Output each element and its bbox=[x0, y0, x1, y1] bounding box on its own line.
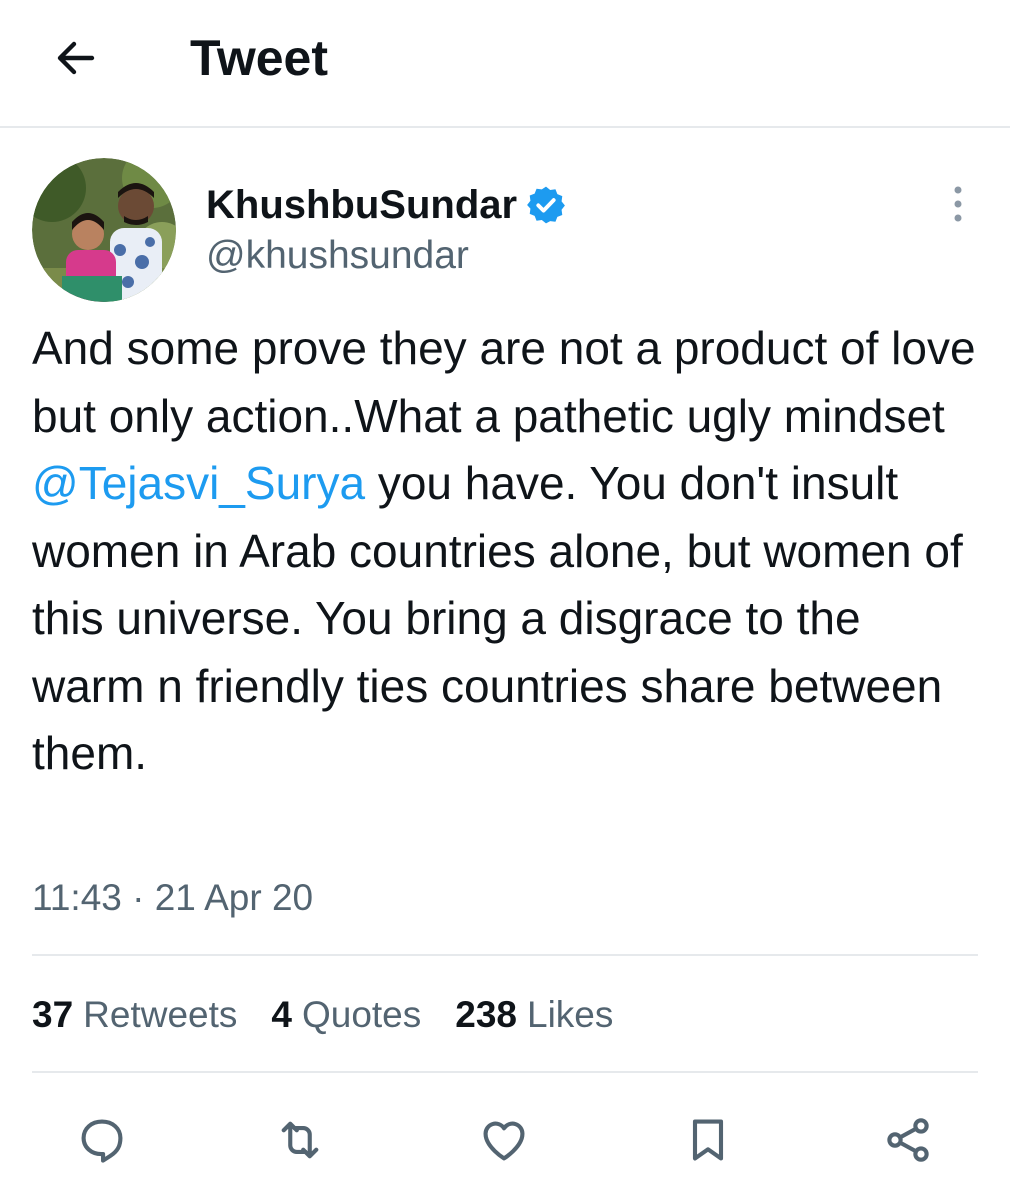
share-button[interactable] bbox=[876, 1108, 940, 1172]
mention-link[interactable]: @Tejasvi_Surya bbox=[32, 457, 365, 509]
avatar-image bbox=[32, 158, 176, 302]
tweet-text-part-1: And some prove they are not a product of… bbox=[32, 322, 976, 442]
display-name[interactable]: KhushbuSundar bbox=[206, 182, 517, 228]
quotes-label: Quotes bbox=[301, 994, 422, 1035]
page-title: Tweet bbox=[190, 30, 328, 86]
tweet-text: And some prove they are not a product of… bbox=[32, 315, 982, 788]
likes-count: 238 bbox=[455, 994, 517, 1035]
retweets-label: Retweets bbox=[83, 994, 238, 1035]
back-button[interactable] bbox=[48, 30, 104, 86]
bookmark-icon bbox=[692, 1119, 724, 1161]
top-bar: Tweet bbox=[0, 0, 1010, 128]
quotes-stat[interactable]: 4 Quotes bbox=[271, 992, 421, 1038]
divider bbox=[32, 1071, 978, 1073]
avatar[interactable] bbox=[32, 158, 176, 302]
author-name-row[interactable]: KhushbuSundar bbox=[206, 180, 567, 230]
tweet-timestamp[interactable]: 11:43 · 21 Apr 20 bbox=[32, 875, 313, 921]
verified-badge-icon[interactable] bbox=[525, 184, 567, 226]
more-vertical-icon bbox=[954, 186, 962, 222]
more-options-button[interactable] bbox=[936, 180, 980, 228]
retweets-stat[interactable]: 37 Retweets bbox=[32, 992, 237, 1038]
arrow-left-icon bbox=[57, 41, 95, 75]
share-icon bbox=[887, 1118, 929, 1162]
like-icon bbox=[483, 1121, 525, 1161]
divider bbox=[32, 954, 978, 956]
bookmark-button[interactable] bbox=[676, 1108, 740, 1172]
retweet-icon bbox=[281, 1121, 319, 1159]
likes-stat[interactable]: 238 Likes bbox=[455, 992, 613, 1038]
tweet-stats: 37 Retweets 4 Quotes 238 Likes bbox=[32, 992, 647, 1038]
retweets-count: 37 bbox=[32, 994, 74, 1035]
user-handle[interactable]: @khushsundar bbox=[206, 234, 469, 278]
tweet-action-bar bbox=[0, 1100, 1010, 1180]
reply-icon bbox=[81, 1119, 123, 1163]
quotes-count: 4 bbox=[271, 994, 292, 1035]
retweet-button[interactable] bbox=[268, 1108, 332, 1172]
reply-button[interactable] bbox=[70, 1108, 134, 1172]
like-button[interactable] bbox=[472, 1108, 536, 1172]
likes-label: Likes bbox=[527, 994, 614, 1035]
